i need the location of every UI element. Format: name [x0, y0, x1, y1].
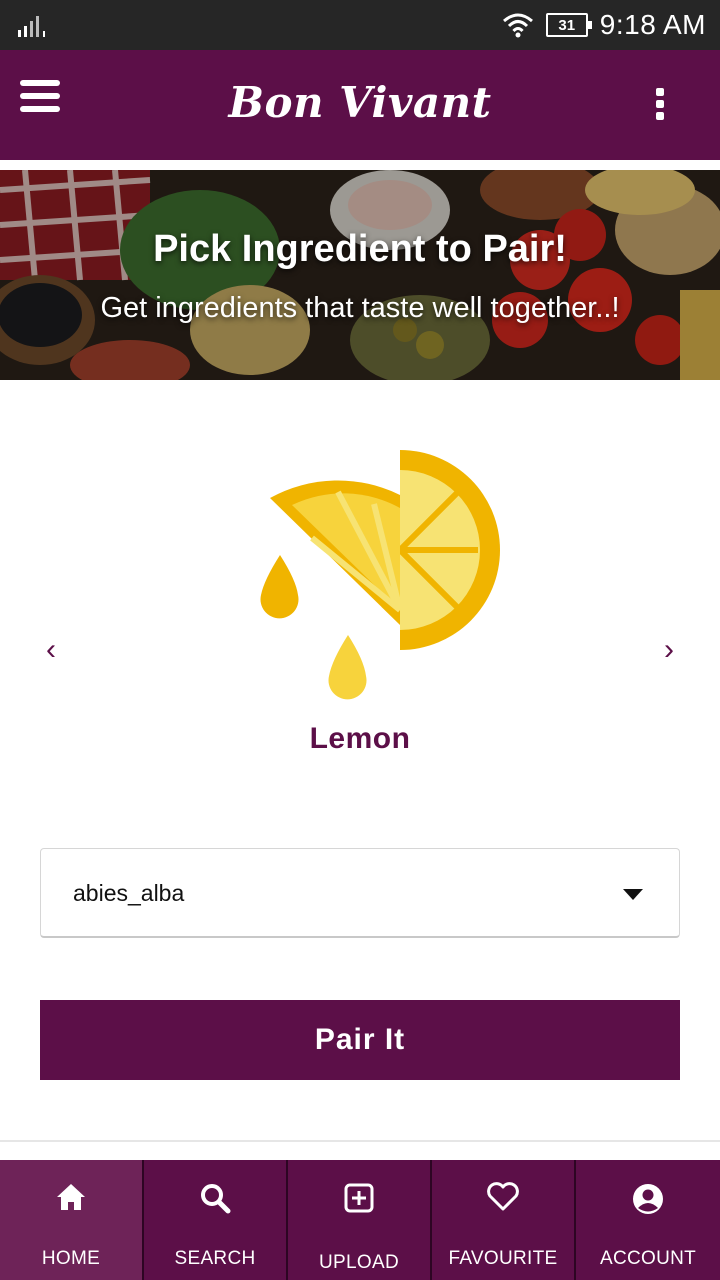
banner-title: Pick Ingredient to Pair!: [153, 228, 567, 270]
chevron-left-icon[interactable]: ‹: [36, 635, 66, 665]
signal-icon: [18, 16, 45, 37]
nav-label-search: SEARCH: [174, 1248, 256, 1269]
bottom-navigation: HOME SEARCH UPLOAD FAVOURITE ACCOUNT: [0, 1160, 720, 1280]
lemon-illustration: [260, 450, 500, 700]
battery-icon: 31: [545, 13, 592, 37]
pairing-ingredient-select[interactable]: abies_alba: [40, 848, 680, 938]
nav-upload[interactable]: UPLOAD: [288, 1160, 432, 1280]
nav-label-favourite: FAVOURITE: [448, 1248, 558, 1269]
app-title: Bon Vivant: [228, 78, 492, 127]
chevron-right-icon[interactable]: ›: [654, 635, 684, 665]
nav-account[interactable]: ACCOUNT: [576, 1160, 720, 1280]
home-icon: [57, 1184, 85, 1210]
account-circle-icon: [633, 1184, 663, 1214]
search-icon: [201, 1184, 231, 1214]
battery-level: 31: [558, 16, 576, 34]
hero-banner: Pick Ingredient to Pair! Get ingredients…: [0, 170, 720, 380]
nav-favourite[interactable]: FAVOURITE: [432, 1160, 576, 1280]
nav-search[interactable]: SEARCH: [144, 1160, 288, 1280]
pair-it-button[interactable]: Pair It: [40, 1000, 680, 1080]
nav-label-account: ACCOUNT: [599, 1248, 697, 1269]
nav-label-upload: UPLOAD: [319, 1252, 399, 1273]
nav-label-home: HOME: [41, 1248, 101, 1269]
select-value: abies_alba: [73, 880, 185, 906]
clock: 9:18 AM: [599, 9, 706, 40]
app-bar: Bon Vivant: [0, 50, 720, 160]
ingredient-carousel[interactable]: ‹ › Lemon: [0, 380, 720, 800]
ingredient-name: Lemon: [309, 722, 411, 755]
divider: [0, 1140, 720, 1142]
banner-subtitle: Get ingredients that taste well together…: [100, 292, 620, 324]
more-vert-icon[interactable]: [650, 88, 670, 128]
ingredients-background-image: [0, 170, 720, 380]
dropdown-caret-icon: [623, 889, 643, 900]
heart-icon: [487, 1182, 519, 1211]
status-bar: 31 9:18 AM: [0, 0, 720, 50]
nav-home[interactable]: HOME: [0, 1160, 144, 1280]
add-box-icon: [344, 1183, 374, 1213]
wifi-icon: [502, 13, 533, 38]
